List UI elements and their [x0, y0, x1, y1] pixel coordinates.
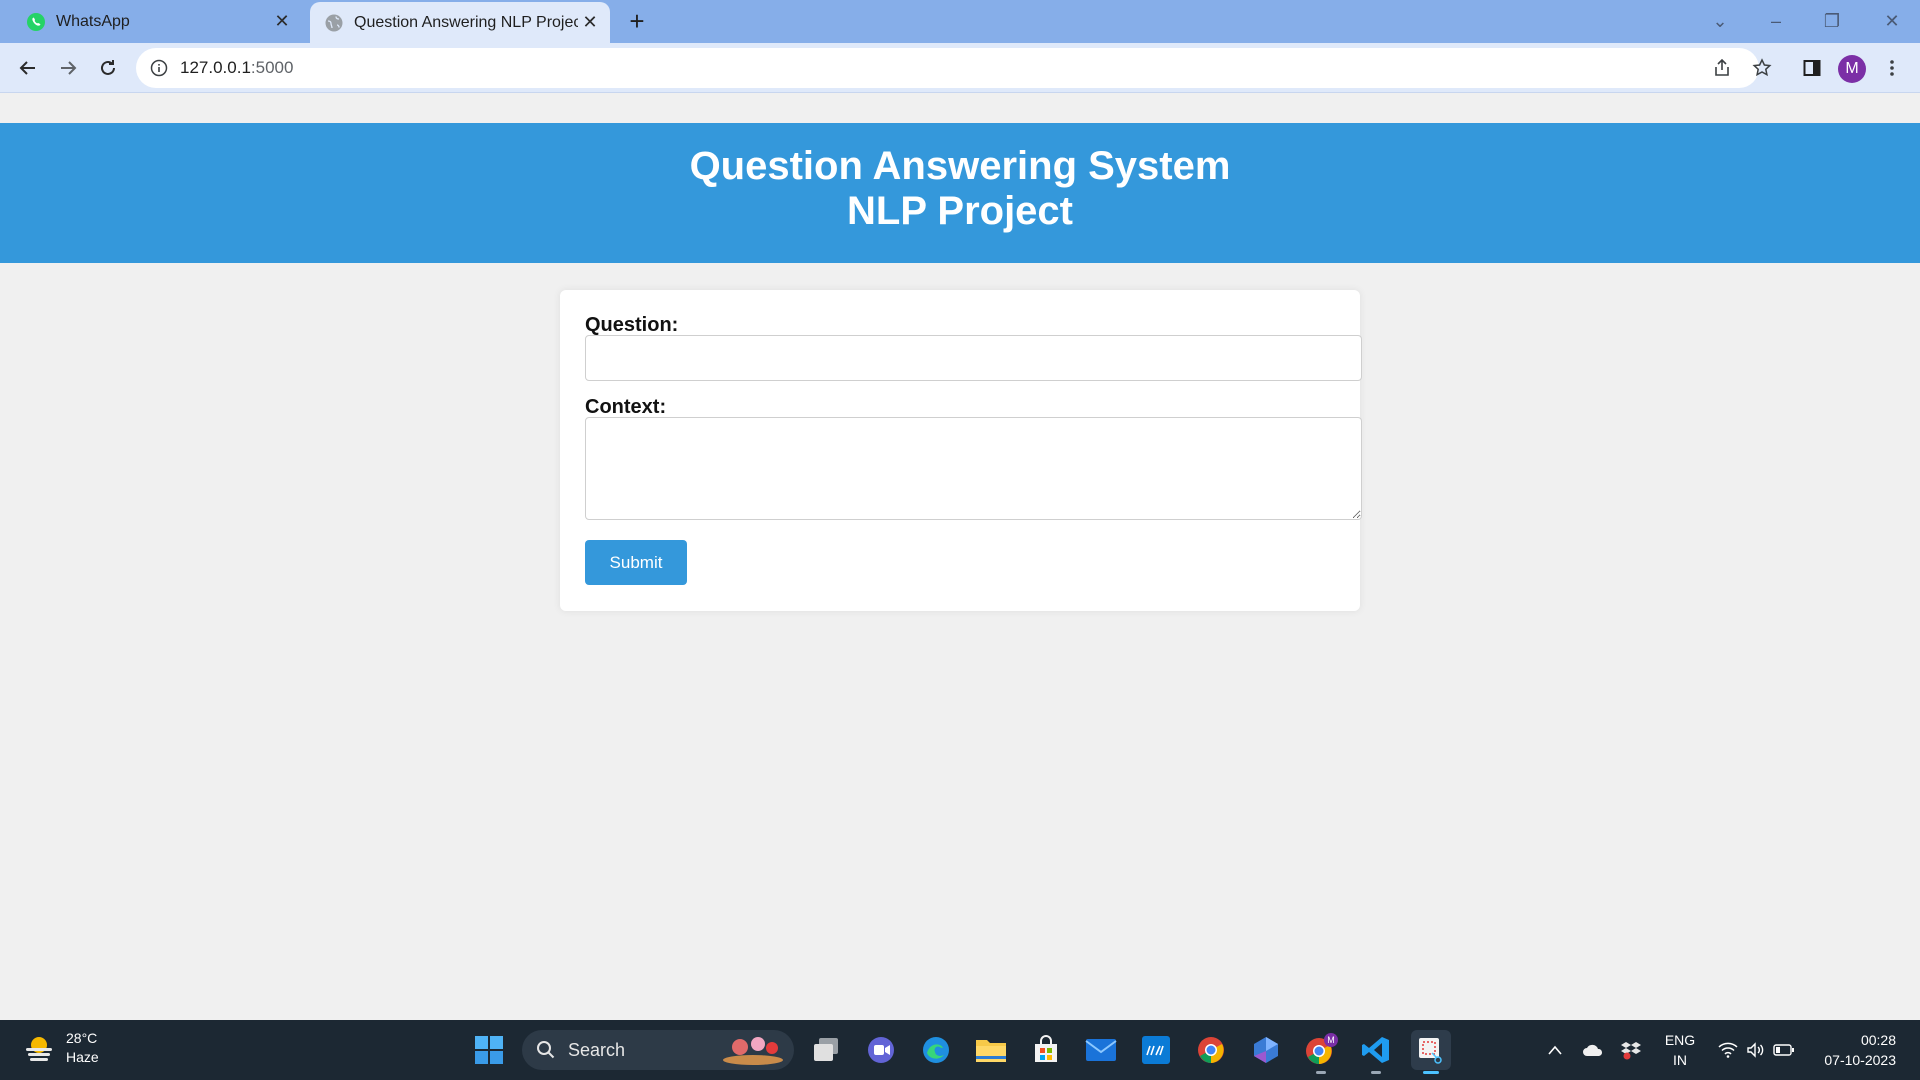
wifi-button[interactable] — [1714, 1020, 1742, 1080]
new-tab-button[interactable]: + — [622, 6, 652, 36]
mail-icon — [1085, 1039, 1117, 1061]
volume-button[interactable] — [1742, 1020, 1770, 1080]
weather-temp: 28°C — [66, 1030, 98, 1046]
myhp-button[interactable] — [1136, 1030, 1176, 1070]
speaker-icon — [1747, 1042, 1764, 1058]
browser-tab-strip: WhatsApp ✕ Question Answering NLP Projec… — [0, 0, 1920, 43]
snipping-tool-button[interactable] — [1411, 1030, 1451, 1074]
address-bar[interactable]: 127.0.0.1:5000 — [136, 48, 1759, 88]
arrow-right-icon — [61, 61, 77, 75]
close-tab-icon[interactable]: ✕ — [270, 10, 294, 34]
clock-date: 07-10-2023 — [1824, 1052, 1896, 1068]
vscode-button[interactable] — [1356, 1030, 1396, 1074]
page-header: Question Answering System NLP Project — [0, 123, 1920, 263]
lang-code: ENG — [1664, 1032, 1696, 1048]
close-window-button[interactable]: ✕ — [1864, 0, 1920, 43]
close-tab-icon[interactable]: ✕ — [578, 11, 602, 35]
haze-weather-icon — [26, 1037, 52, 1061]
profile-avatar[interactable]: M — [1838, 55, 1866, 83]
edge-icon — [923, 1037, 949, 1063]
reload-icon — [101, 60, 115, 75]
microsoft-store-icon — [1035, 1035, 1057, 1062]
reload-button[interactable] — [92, 52, 124, 84]
search-icon — [537, 1041, 555, 1059]
taskbar-search[interactable]: Search — [522, 1030, 794, 1070]
task-view-icon — [814, 1038, 838, 1061]
whatsapp-icon — [27, 12, 45, 31]
page-title: Question Answering System — [689, 144, 1231, 188]
vscode-icon — [1362, 1037, 1389, 1063]
store-button[interactable] — [1026, 1030, 1066, 1070]
restore-button[interactable]: ❐ — [1804, 0, 1860, 43]
page-viewport: Question Answering System NLP Project Qu… — [0, 94, 1920, 1020]
back-button[interactable] — [12, 52, 44, 84]
copilot-icon — [1254, 1037, 1278, 1063]
search-label: Search — [568, 1039, 626, 1060]
file-explorer-button[interactable] — [971, 1030, 1011, 1070]
share-icon[interactable] — [1706, 52, 1738, 84]
submit-button[interactable]: Submit — [585, 540, 687, 585]
taskbar: 28°C Haze Search M ENG IN 00:28 07-10-20… — [0, 1020, 1920, 1080]
chrome-button[interactable] — [1191, 1030, 1231, 1070]
running-indicator — [1316, 1071, 1326, 1074]
dropbox-icon — [1621, 1042, 1641, 1060]
bookmark-star-icon[interactable] — [1746, 52, 1778, 84]
minimize-button[interactable]: – — [1748, 0, 1804, 43]
mail-button[interactable] — [1081, 1030, 1121, 1070]
lang-region: IN — [1673, 1052, 1687, 1068]
context-label: Context: — [585, 396, 667, 418]
arrow-left-icon — [19, 61, 35, 75]
url-port: :5000 — [250, 58, 294, 77]
question-label: Question: — [585, 314, 679, 336]
running-indicator — [1371, 1071, 1381, 1074]
show-hidden-icons-button[interactable] — [1540, 1020, 1570, 1080]
teams-button[interactable] — [861, 1030, 901, 1070]
side-panel-icon[interactable] — [1796, 52, 1828, 84]
copilot-button[interactable] — [1246, 1030, 1286, 1070]
question-input[interactable] — [585, 335, 1362, 381]
start-button[interactable] — [469, 1030, 509, 1070]
weather-desc: Haze — [66, 1049, 99, 1065]
tab-search-icon[interactable]: ⌄ — [1692, 0, 1748, 43]
system-clock[interactable]: 00:28 07-10-2023 — [1812, 1030, 1896, 1070]
language-indicator[interactable]: ENG IN — [1660, 1030, 1700, 1070]
url-host: 127.0.0.1 — [180, 58, 251, 77]
site-info-icon[interactable] — [150, 59, 168, 77]
qa-form: Question: Context: Submit — [560, 290, 1362, 611]
browser-toolbar: 127.0.0.1:5000 M — [0, 43, 1920, 93]
chrome-profile-icon: M — [1306, 1033, 1338, 1064]
clock-time: 00:28 — [1860, 1032, 1896, 1048]
active-indicator — [1423, 1071, 1439, 1074]
battery-icon — [1773, 1044, 1794, 1056]
chrome-icon — [1198, 1037, 1224, 1063]
onedrive-button[interactable] — [1578, 1020, 1608, 1080]
chevron-up-icon — [1548, 1045, 1562, 1055]
teams-chat-icon — [868, 1037, 894, 1063]
page-subtitle: NLP Project — [847, 189, 1073, 233]
weather-widget[interactable]: 28°C Haze — [22, 1029, 99, 1067]
task-view-button[interactable] — [806, 1030, 846, 1070]
context-textarea[interactable] — [585, 417, 1362, 520]
myhp-icon — [1142, 1036, 1170, 1064]
tab-whatsapp[interactable]: WhatsApp ✕ — [12, 0, 302, 43]
chrome-profile-button[interactable]: M — [1301, 1030, 1341, 1074]
tab-title: WhatsApp — [56, 12, 130, 30]
dropbox-button[interactable] — [1616, 1020, 1646, 1080]
battery-button[interactable] — [1770, 1020, 1798, 1080]
snipping-tool-icon — [1419, 1038, 1442, 1064]
menu-icon[interactable] — [1876, 52, 1908, 84]
tab-title: Question Answering NLP Project — [354, 13, 578, 31]
windows-start-icon — [475, 1036, 503, 1064]
edge-button[interactable] — [916, 1030, 956, 1070]
forward-button[interactable] — [52, 52, 84, 84]
tab-question-answering[interactable]: Question Answering NLP Project ✕ — [310, 2, 610, 43]
file-explorer-icon — [976, 1040, 1006, 1062]
svg-text:M: M — [1327, 1035, 1335, 1045]
search-highlight-icon — [723, 1037, 783, 1065]
globe-icon — [325, 14, 343, 31]
onedrive-cloud-icon — [1583, 1044, 1603, 1056]
wifi-icon — [1718, 1042, 1738, 1058]
